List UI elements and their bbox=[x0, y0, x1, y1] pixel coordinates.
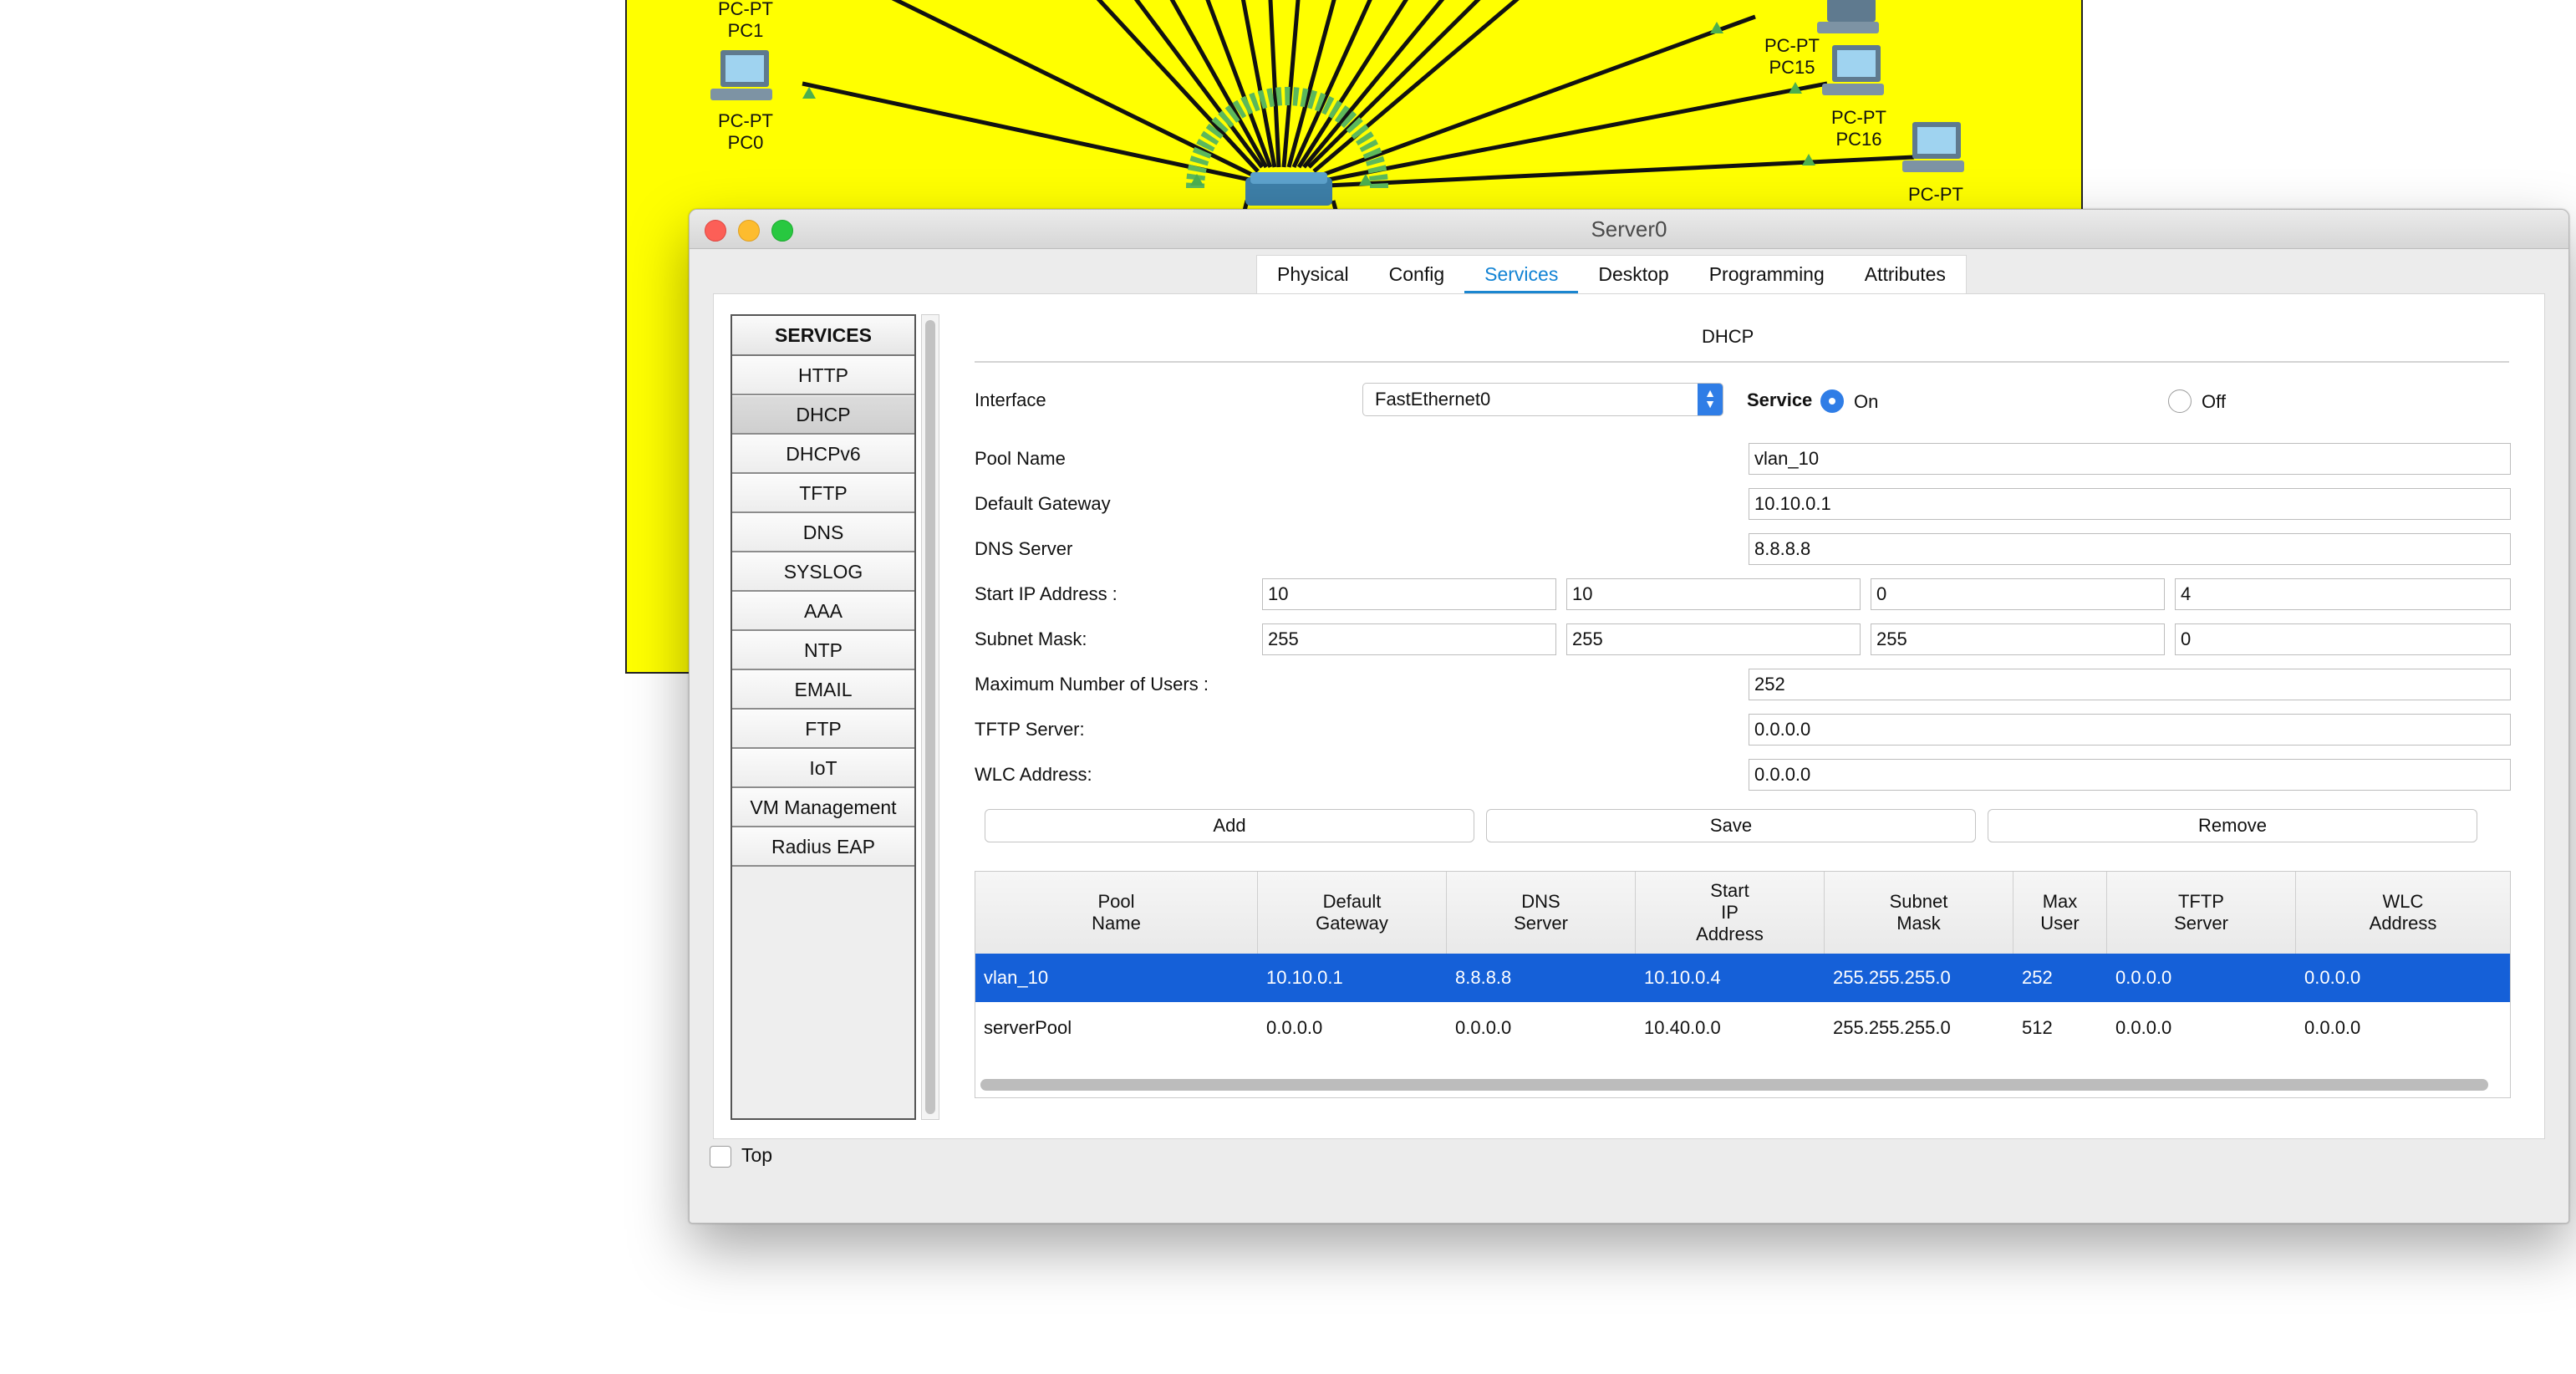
start-ip-octet-4[interactable]: 4 bbox=[2175, 578, 2511, 610]
tftp-server-input[interactable]: 0.0.0.0 bbox=[1749, 714, 2511, 746]
pool-name-input[interactable]: vlan_10 bbox=[1749, 443, 2511, 475]
table-cell: 0.0.0.0 bbox=[2304, 1017, 2361, 1038]
tftp-server-label: TFTP Server: bbox=[975, 719, 1085, 740]
tab-config[interactable]: Config bbox=[1369, 256, 1464, 294]
dhcp-title: DHCP bbox=[1702, 326, 1754, 347]
wlc-address-input[interactable]: 0.0.0.0 bbox=[1749, 759, 2511, 791]
device-type-label: PC-PT bbox=[1831, 107, 1886, 128]
window-title: Server0 bbox=[1591, 216, 1667, 242]
device-type-label: PC-PT bbox=[718, 110, 773, 131]
tab-bar: Physical Config Services Desktop Program… bbox=[1256, 255, 1967, 296]
column-header[interactable]: Max User bbox=[2013, 872, 2107, 954]
dns-server-label: DNS Server bbox=[975, 538, 1073, 559]
table-cell: 10.10.0.4 bbox=[1644, 967, 1721, 988]
table-cell: 255.255.255.0 bbox=[1833, 967, 1951, 988]
column-header[interactable]: Subnet Mask bbox=[1825, 872, 2013, 954]
column-header[interactable]: TFTP Server bbox=[2107, 872, 2296, 954]
start-ip-octet-2[interactable]: 10 bbox=[1566, 578, 1861, 610]
subnet-mask-octet-1[interactable]: 255 bbox=[1262, 623, 1556, 655]
save-button[interactable]: Save bbox=[1486, 809, 1976, 842]
device-type-label: PC-PT bbox=[1908, 184, 1963, 205]
interface-value: FastEthernet0 bbox=[1375, 389, 1491, 410]
service-on-radio[interactable] bbox=[1820, 389, 1844, 413]
service-off-radio[interactable] bbox=[2168, 389, 2192, 413]
chevron-up-down-icon: ▲ ▼ bbox=[1698, 384, 1723, 415]
table-header: Pool Name Default Gateway DNS Server Sta… bbox=[975, 872, 2510, 954]
start-ip-octet-3[interactable]: 0 bbox=[1871, 578, 2165, 610]
column-header[interactable]: WLC Address bbox=[2296, 872, 2510, 954]
pc-icon[interactable] bbox=[1817, 0, 1879, 33]
table-cell: vlan_10 bbox=[984, 967, 1049, 988]
pool-name-label: Pool Name bbox=[975, 448, 1066, 469]
table-cell: 512 bbox=[2022, 1017, 2053, 1038]
tab-attributes[interactable]: Attributes bbox=[1845, 256, 1966, 294]
subnet-mask-octet-3[interactable]: 255 bbox=[1871, 623, 2165, 655]
device-name-label: PC0 bbox=[728, 132, 764, 153]
start-ip-label: Start IP Address : bbox=[975, 583, 1117, 604]
switch-icon[interactable] bbox=[1245, 172, 1332, 206]
services-panel: SERVICES HTTP DHCP DHCPv6 TFTP DNS SYSLO… bbox=[713, 293, 2545, 1139]
start-ip-octet-1[interactable]: 10 bbox=[1262, 578, 1556, 610]
server-window: Server0 Physical Config Services Desktop… bbox=[689, 209, 2569, 1224]
table-cell: 10.10.0.1 bbox=[1266, 967, 1343, 988]
subnet-mask-label: Subnet Mask: bbox=[975, 628, 1087, 649]
window-titlebar[interactable]: Server0 bbox=[690, 210, 2568, 249]
table-cell: 255.255.255.0 bbox=[1833, 1017, 1951, 1038]
column-header[interactable]: Start IP Address bbox=[1636, 872, 1825, 954]
tab-desktop[interactable]: Desktop bbox=[1578, 256, 1688, 294]
tab-programming[interactable]: Programming bbox=[1689, 256, 1845, 294]
max-users-label: Maximum Number of Users : bbox=[975, 674, 1209, 695]
column-header[interactable]: Pool Name bbox=[975, 872, 1258, 954]
top-checkbox-label: Top bbox=[741, 1144, 773, 1166]
table-cell: 0.0.0.0 bbox=[2304, 967, 2361, 988]
table-cell: 252 bbox=[2022, 967, 2053, 988]
table-cell: 10.40.0.0 bbox=[1644, 1017, 1721, 1038]
dns-server-input[interactable]: 8.8.8.8 bbox=[1749, 533, 2511, 565]
dhcp-pool-table: Pool Name Default Gateway DNS Server Sta… bbox=[975, 871, 2511, 1098]
pc-icon[interactable] bbox=[1822, 45, 1884, 95]
table-cell: 0.0.0.0 bbox=[1455, 1017, 1512, 1038]
service-label: Service bbox=[1747, 389, 1813, 410]
subnet-mask-octet-2[interactable]: 255 bbox=[1566, 623, 1861, 655]
service-on-label: On bbox=[1854, 391, 1879, 412]
dhcp-form: DHCP Interface FastEthernet0 ▲ ▼ Service … bbox=[714, 294, 2544, 1138]
table-cell: 0.0.0.0 bbox=[2115, 1017, 2172, 1038]
pc-icon[interactable] bbox=[1902, 122, 1964, 172]
device-type-label: PC-PT bbox=[718, 0, 773, 19]
table-cell: serverPool bbox=[984, 1017, 1072, 1038]
interface-select[interactable]: FastEthernet0 ▲ ▼ bbox=[1362, 383, 1723, 416]
table-cell: 0.0.0.0 bbox=[1266, 1017, 1323, 1038]
divider bbox=[975, 361, 2509, 363]
tab-physical[interactable]: Physical bbox=[1257, 256, 1369, 294]
wlc-address-label: WLC Address: bbox=[975, 764, 1092, 785]
gateway-label: Default Gateway bbox=[975, 493, 1111, 514]
subnet-mask-octet-4[interactable]: 0 bbox=[2175, 623, 2511, 655]
table-row[interactable]: vlan_10 10.10.0.1 8.8.8.8 10.10.0.4 255.… bbox=[975, 954, 2510, 1002]
service-off-label: Off bbox=[2202, 391, 2226, 412]
table-row[interactable]: serverPool 0.0.0.0 0.0.0.0 10.40.0.0 255… bbox=[975, 1004, 2510, 1052]
interface-label: Interface bbox=[975, 389, 1046, 410]
table-cell: 8.8.8.8 bbox=[1455, 967, 1512, 988]
column-header[interactable]: DNS Server bbox=[1447, 872, 1636, 954]
table-horizontal-scrollbar[interactable] bbox=[980, 1079, 2488, 1091]
gateway-input[interactable]: 10.10.0.1 bbox=[1749, 488, 2511, 520]
device-name-label: PC15 bbox=[1769, 57, 1815, 78]
pc-icon[interactable] bbox=[710, 50, 772, 100]
add-button[interactable]: Add bbox=[985, 809, 1474, 842]
device-type-label: PC-PT bbox=[1764, 35, 1820, 56]
top-checkbox[interactable] bbox=[710, 1146, 731, 1168]
max-users-input[interactable]: 252 bbox=[1749, 669, 2511, 700]
tab-services[interactable]: Services bbox=[1464, 256, 1579, 296]
table-cell: 0.0.0.0 bbox=[2115, 967, 2172, 988]
column-header[interactable]: Default Gateway bbox=[1258, 872, 1447, 954]
device-name-label: PC16 bbox=[1835, 129, 1881, 150]
device-name-label: PC1 bbox=[728, 20, 764, 41]
remove-button[interactable]: Remove bbox=[1988, 809, 2477, 842]
